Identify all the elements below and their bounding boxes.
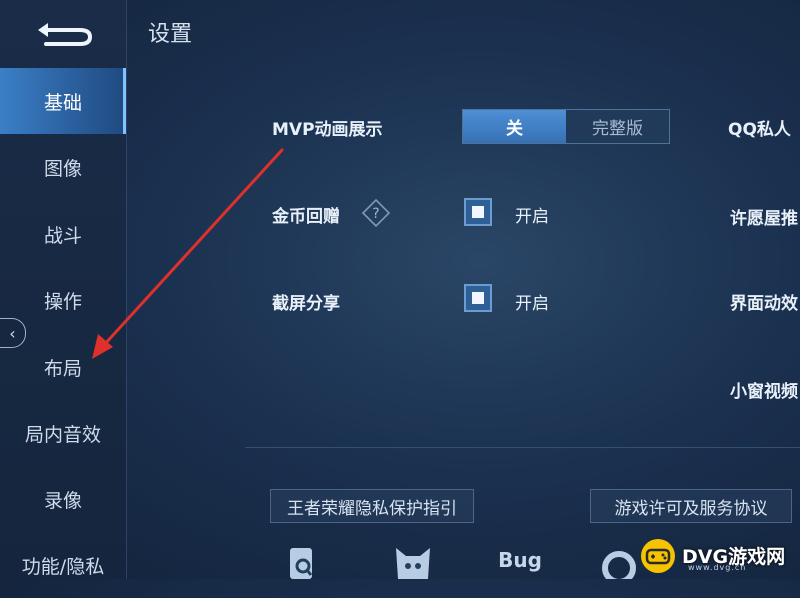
privacy-guide-button[interactable]: 王者荣耀隐私保护指引 bbox=[270, 489, 474, 523]
watermark-url: www.dvg.cn bbox=[688, 563, 747, 572]
service-agreement-button[interactable]: 游戏许可及服务协议 bbox=[590, 489, 792, 523]
mascot-icon[interactable] bbox=[392, 540, 434, 579]
gamepad-logo-icon bbox=[641, 538, 675, 573]
ring-icon[interactable] bbox=[598, 540, 640, 579]
section-divider bbox=[245, 447, 800, 448]
search-document-icon[interactable] bbox=[282, 540, 322, 579]
bug-report-button[interactable]: Bug bbox=[498, 548, 542, 587]
